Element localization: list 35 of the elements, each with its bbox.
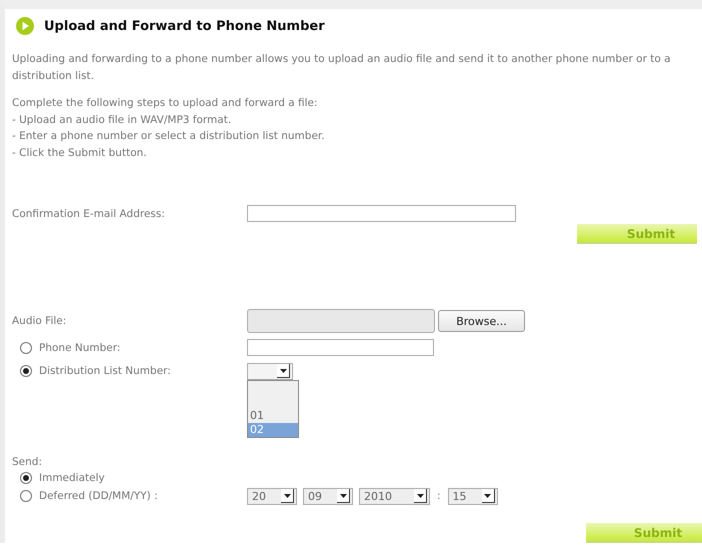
section-title: Upload and Forward to Phone Number	[44, 18, 325, 34]
browse-button[interactable]: Browse...	[438, 310, 525, 332]
radio-button[interactable]	[20, 472, 32, 484]
dropdown[interactable]: 09	[303, 488, 353, 504]
caret-icon	[277, 364, 290, 378]
caret-icon	[414, 489, 427, 503]
radio-button[interactable]	[20, 364, 32, 377]
play-icon	[16, 17, 34, 35]
intro-text: Uploading and forwarding to a phone number allows you to upload an audio file and send it to another phone number or to a distribution list.	[12, 52, 672, 84]
option-label: Distribution List Number:	[39, 364, 171, 377]
option-label: Deferred (DD/MM/YY) :	[39, 490, 158, 502]
time-separator: :	[437, 490, 441, 502]
dropdown[interactable]: 15	[448, 488, 498, 504]
dropdown-option[interactable]: 01	[248, 409, 298, 423]
radio-button[interactable]	[20, 490, 32, 502]
file-field[interactable]	[247, 309, 435, 333]
dropdown[interactable]: 20	[247, 488, 297, 504]
step-text: - Enter a phone number or select a distribution list number.	[12, 129, 326, 144]
field-label: Confirmation E-mail Address:	[12, 208, 166, 220]
dropdown[interactable]	[247, 362, 293, 380]
phone-field[interactable]	[247, 339, 434, 356]
steps-heading: Complete the following steps to upload and forward a file:	[12, 96, 319, 111]
dropdown[interactable]: 2010	[359, 488, 430, 504]
caret-icon	[281, 489, 294, 503]
caret-icon	[482, 489, 495, 503]
option-label: Immediately	[39, 472, 105, 484]
option-label: Phone Number:	[39, 342, 120, 354]
radio-button[interactable]	[20, 342, 32, 354]
step-text: - Click the Submit button.	[12, 146, 148, 160]
dropdown-option[interactable]: 02	[248, 423, 298, 437]
email-field[interactable]	[247, 205, 516, 222]
field-label: Audio File:	[12, 315, 68, 327]
caret-icon	[337, 489, 350, 503]
field-label: Send:	[12, 456, 43, 468]
step-text: - Upload an audio file in WAV/MP3 format.	[12, 112, 232, 128]
